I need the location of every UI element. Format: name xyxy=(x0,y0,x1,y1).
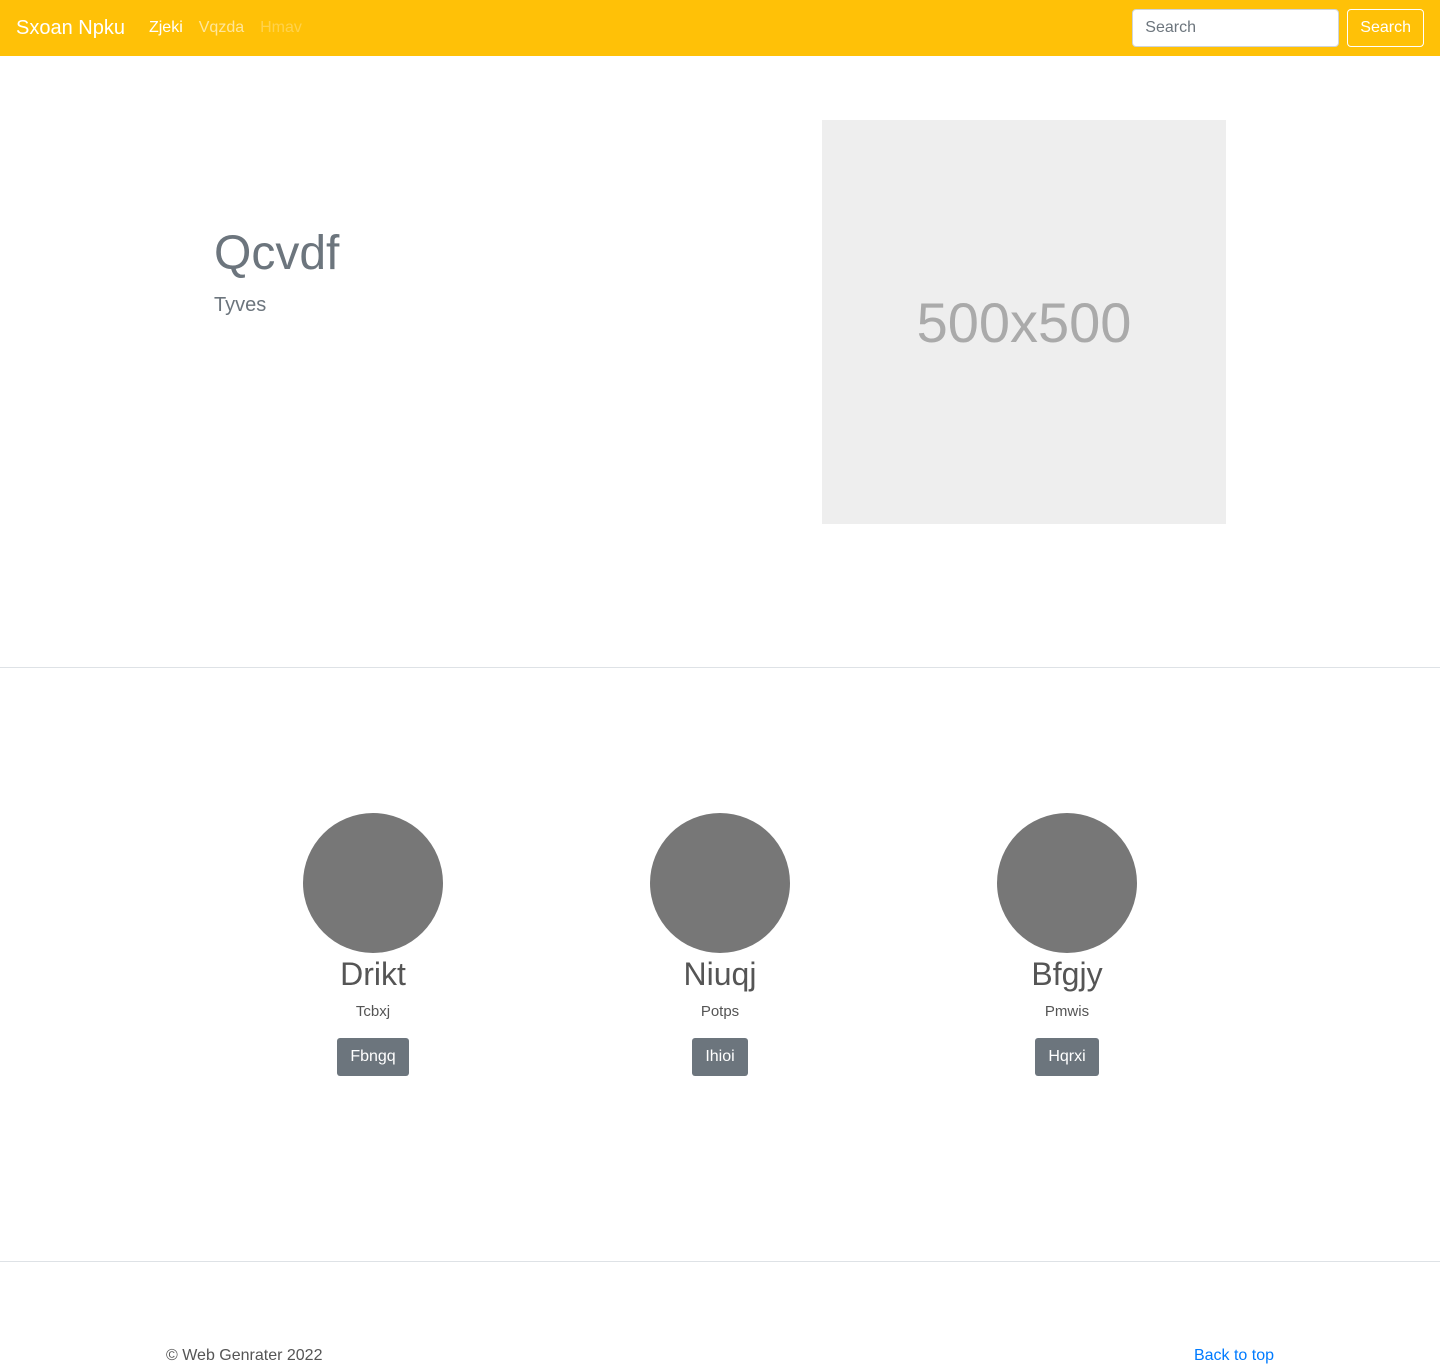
member-role: Tcbxj xyxy=(355,1003,391,1021)
team-section: Drikt Tcbxj Fbngq Niuqj Potps Ihioi Bfgj… xyxy=(0,669,1440,1262)
nav-link-vqzda[interactable]: Vqzda xyxy=(199,19,244,37)
page-footer: © Web Genrater 2022 Back to top xyxy=(0,1263,1440,1367)
hero-image-label: 500x500 xyxy=(916,290,1132,354)
member-role: Potps xyxy=(700,1003,740,1021)
copyright-text: © Web Genrater 2022 xyxy=(166,1347,323,1364)
member-name: Niuqj xyxy=(683,956,757,992)
nav-link-hmav: Hmav xyxy=(260,19,302,36)
nav-links: Zjeki Vqzda Hmav xyxy=(149,19,318,37)
avatar xyxy=(650,813,790,953)
member-button[interactable]: Ihioi xyxy=(692,1038,748,1077)
nav-link-zjeki[interactable]: Zjeki xyxy=(149,19,183,37)
team-member-card: Drikt Tcbxj Fbngq xyxy=(253,813,493,1077)
brand-logo[interactable]: Sxoan Npku xyxy=(16,17,125,40)
member-role: Pmwis xyxy=(1044,1003,1090,1021)
member-name: Drikt xyxy=(340,956,406,992)
hero-title: Qcvdf xyxy=(214,227,340,280)
avatar xyxy=(303,813,443,953)
member-name: Bfgjy xyxy=(1031,956,1103,992)
avatar xyxy=(997,813,1137,953)
back-to-top-link[interactable]: Back to top xyxy=(1194,1347,1274,1365)
member-button[interactable]: Hqrxi xyxy=(1035,1038,1099,1077)
search-form: Search xyxy=(1132,9,1424,47)
hero-section: Qcvdf Tyves 500x500 xyxy=(0,56,1440,668)
top-navbar: Sxoan Npku Zjeki Vqzda Hmav Search xyxy=(0,0,1440,56)
search-button[interactable]: Search xyxy=(1347,9,1424,47)
member-button[interactable]: Fbngq xyxy=(337,1038,409,1077)
hero-placeholder-image: 500x500 xyxy=(822,120,1226,524)
team-member-card: Bfgjy Pmwis Hqrxi xyxy=(947,813,1187,1077)
hero-subtitle: Tyves xyxy=(214,294,267,316)
team-member-card: Niuqj Potps Ihioi xyxy=(600,813,840,1077)
search-input[interactable] xyxy=(1132,9,1340,47)
